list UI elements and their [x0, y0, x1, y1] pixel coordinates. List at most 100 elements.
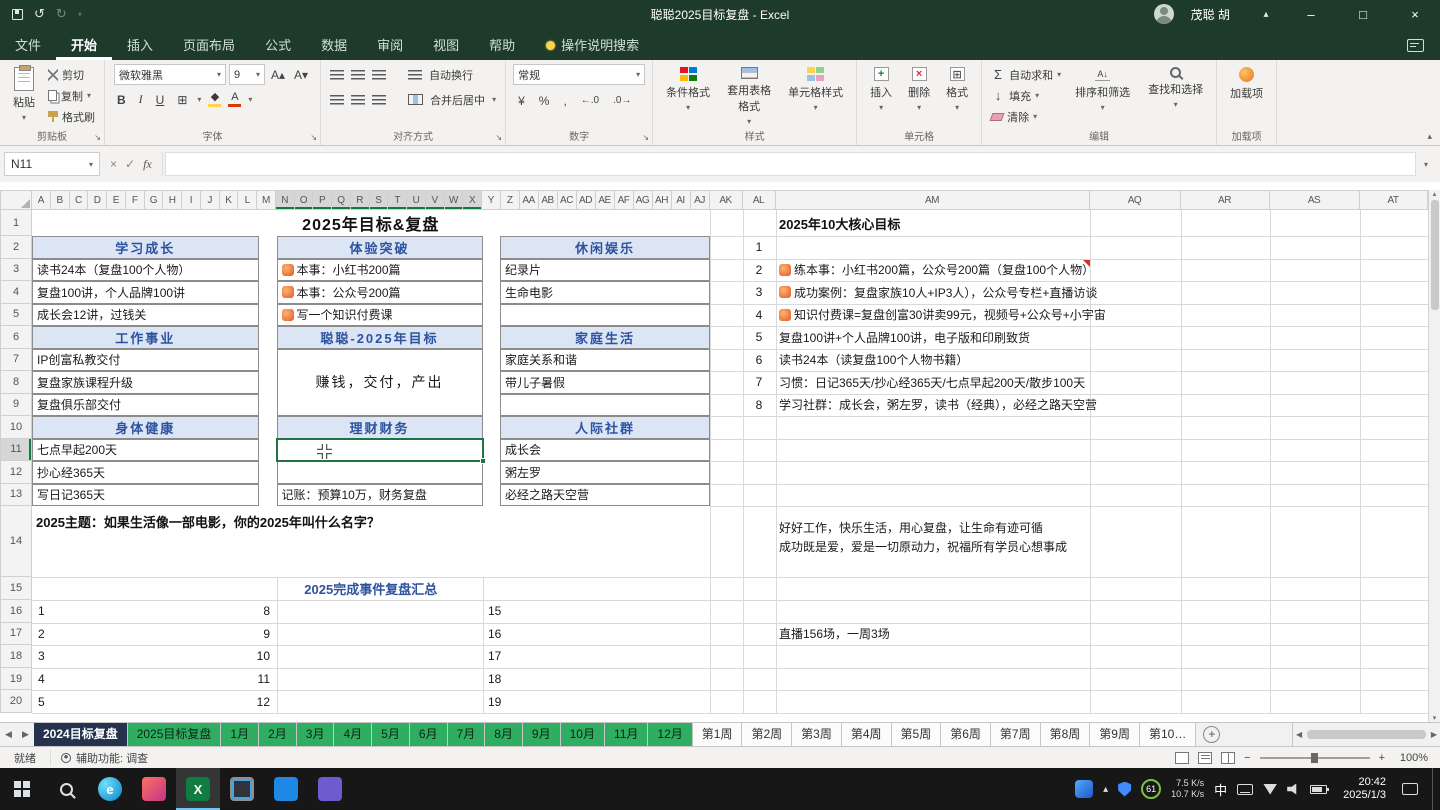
column-header-t[interactable]: T — [388, 190, 407, 210]
column-header-l[interactable]: L — [238, 190, 257, 210]
user-avatar[interactable] — [1154, 4, 1174, 24]
row-header-19[interactable]: 19 — [0, 668, 32, 691]
keyboard-icon[interactable] — [1237, 784, 1253, 795]
cell-mid-r4[interactable]: 本事：公众号200篇 — [277, 281, 483, 304]
row-header-20[interactable]: 20 — [0, 690, 32, 713]
dialog-launcher-icon[interactable]: ↘ — [495, 133, 502, 142]
insert-cells-button[interactable]: + 插入 ▾ — [864, 64, 898, 129]
zoom-slider-handle[interactable] — [1311, 753, 1318, 763]
sheet-tab-6[interactable]: 4月 — [334, 723, 372, 746]
column-header-j[interactable]: J — [201, 190, 220, 210]
italic-button[interactable]: I — [136, 92, 146, 107]
row-header-12[interactable]: 12 — [0, 461, 32, 484]
align-center-icon[interactable] — [351, 95, 365, 105]
row-header-3[interactable]: 3 — [0, 259, 32, 282]
taskbar-start-button[interactable] — [0, 768, 44, 810]
customize-quick-access-icon[interactable]: ▾ — [78, 10, 82, 19]
column-header-am[interactable]: AM — [776, 190, 1090, 210]
column-header-r[interactable]: R — [351, 190, 370, 210]
percent-style-button[interactable]: % — [536, 94, 553, 108]
cell-left-r8[interactable]: 复盘家族课程升级 — [32, 371, 259, 394]
sheet-tab-12[interactable]: 10月 — [561, 723, 605, 746]
cut-button[interactable]: 剪切 — [46, 64, 97, 85]
format-painter-button[interactable]: 格式刷 — [46, 106, 97, 127]
taskbar-monitor-icon[interactable] — [220, 768, 264, 810]
cell-left-r13[interactable]: 写日记365天 — [32, 484, 259, 507]
format-as-table-button[interactable]: 套用表格格式 ▾ — [718, 64, 780, 129]
fill-color-button[interactable]: ◆ — [208, 92, 221, 107]
cell-right-r11[interactable]: 成长会 — [500, 439, 710, 462]
cell-mid-r3[interactable]: 本事：小红书200篇 — [277, 259, 483, 282]
cell-left-r4[interactable]: 复盘100讲，个人品牌100讲 — [32, 281, 259, 304]
vertical-scroll-thumb[interactable] — [1431, 200, 1439, 310]
cell-right-r9[interactable] — [500, 394, 710, 417]
font-size-select[interactable]: 9▾ — [229, 64, 265, 85]
column-header-ab[interactable]: AB — [539, 190, 558, 210]
sheet-tab-14[interactable]: 12月 — [648, 723, 692, 746]
show-desktop-button[interactable] — [1432, 768, 1436, 810]
scroll-right-icon[interactable]: ▶ — [1428, 730, 1440, 739]
column-header-ai[interactable]: AI — [672, 190, 691, 210]
column-header-e[interactable]: E — [107, 190, 126, 210]
paste-button[interactable]: 粘贴 ▾ — [7, 64, 41, 127]
cell-left-r6[interactable]: 工作事业 — [32, 326, 259, 349]
sheet-nav-right-icon[interactable]: ▶ — [17, 729, 34, 740]
sheet-nav-left-icon[interactable]: ◀ — [0, 729, 17, 740]
collapse-ribbon-icon[interactable]: ▴ — [1427, 131, 1432, 142]
column-header-c[interactable]: C — [70, 190, 89, 210]
ribbon-tab-1[interactable]: 文件 — [0, 31, 56, 60]
row-header-2[interactable]: 2 — [0, 236, 32, 259]
normal-view-button[interactable] — [1175, 752, 1189, 764]
cell-right-r2[interactable]: 休闲娱乐 — [500, 236, 710, 259]
row-header-17[interactable]: 17 — [0, 623, 32, 646]
cell-mid-r2[interactable]: 体验突破 — [277, 236, 483, 259]
worksheet-area[interactable]: ▴ ▾ ABCDEFGHIJKLMNOPQRSTUVWXYZAAABACADAE… — [0, 182, 1440, 722]
column-header-z[interactable]: Z — [501, 190, 520, 210]
column-header-ag[interactable]: AG — [634, 190, 653, 210]
font-color-button[interactable]: A — [228, 92, 241, 107]
increase-decimal-button[interactable]: ←.0 — [578, 95, 602, 106]
sheet-tab-23[interactable]: 第9周 — [1090, 723, 1140, 746]
sheet-tab-13[interactable]: 11月 — [605, 723, 648, 746]
column-header-ad[interactable]: AD — [577, 190, 596, 210]
cell-right-r6[interactable]: 家庭生活 — [500, 326, 710, 349]
sort-filter-button[interactable]: A↓ 排序和筛选 ▾ — [1069, 64, 1136, 129]
copy-button[interactable]: 复制▾ — [46, 85, 97, 106]
cell-right-r5[interactable] — [500, 304, 710, 327]
row-header-7[interactable]: 7 — [0, 349, 32, 372]
align-top-icon[interactable] — [330, 70, 344, 80]
row-header-11[interactable]: 11 — [0, 439, 32, 462]
wrap-text-button[interactable]: 自动换行 — [429, 67, 473, 83]
cell-left-r12[interactable]: 抄心经365天 — [32, 461, 259, 484]
maximize-button[interactable]: □ — [1342, 0, 1384, 28]
tray-app-icon[interactable] — [1075, 780, 1093, 798]
sheet-tab-16[interactable]: 第2周 — [742, 723, 792, 746]
security-shield-icon[interactable] — [1118, 782, 1131, 797]
cell-mid-r6[interactable]: 聪聪-2025年目标 — [277, 326, 483, 349]
formula-input[interactable] — [165, 152, 1416, 176]
taskbar-photos-icon[interactable] — [132, 768, 176, 810]
row-header-10[interactable]: 10 — [0, 416, 32, 439]
confirm-entry-icon[interactable]: ✓ — [125, 157, 135, 171]
cell-left-r9[interactable]: 复盘俱乐部交付 — [32, 394, 259, 417]
zoom-out-button[interactable]: − — [1244, 752, 1250, 764]
bold-button[interactable]: B — [114, 93, 129, 107]
cell-right-r10[interactable]: 人际社群 — [500, 416, 710, 439]
cell-right-r3[interactable]: 纪录片 — [500, 259, 710, 282]
page-layout-view-button[interactable] — [1198, 752, 1212, 764]
column-header-w[interactable]: W — [445, 190, 464, 210]
row-header-8[interactable]: 8 — [0, 371, 32, 394]
dialog-launcher-icon[interactable]: ↘ — [310, 133, 317, 142]
user-name[interactable]: 茂聪 胡 — [1191, 6, 1230, 23]
font-name-select[interactable]: 微软雅黑▾ — [114, 64, 226, 85]
cell-left-r5[interactable]: 成长会12讲，过钱关 — [32, 304, 259, 327]
sheet-tab-21[interactable]: 第7周 — [991, 723, 1041, 746]
column-header-y[interactable]: Y — [482, 190, 501, 210]
find-select-button[interactable]: 查找和选择 ▾ — [1142, 64, 1209, 129]
column-header-ah[interactable]: AH — [653, 190, 672, 210]
format-cells-button[interactable]: ⊞ 格式 ▾ — [940, 64, 974, 129]
horizontal-scrollbar[interactable]: ◀ ▶ — [1292, 723, 1440, 746]
column-header-f[interactable]: F — [126, 190, 145, 210]
name-box[interactable]: N11 ▾ — [4, 152, 100, 176]
dialog-launcher-icon[interactable]: ↘ — [642, 133, 649, 142]
